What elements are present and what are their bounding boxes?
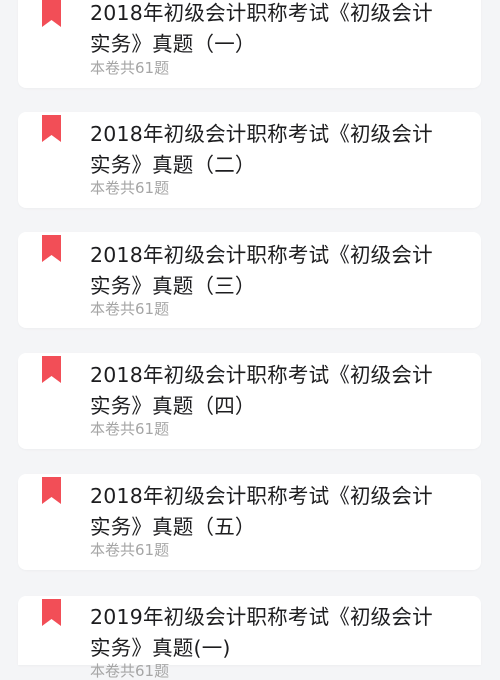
paper-card[interactable]: 2018年初级会计职称考试《初级会计实务》真题（一） 本卷共61题 bbox=[18, 0, 481, 88]
bookmark-icon bbox=[42, 115, 61, 142]
paper-card[interactable]: 2018年初级会计职称考试《初级会计实务》真题（四） 本卷共61题 bbox=[18, 353, 481, 449]
paper-title: 2019年初级会计职称考试《初级会计实务》真题(一) bbox=[90, 605, 433, 660]
paper-title: 2018年初级会计职称考试《初级会计实务》真题（二） bbox=[90, 122, 433, 177]
question-count: 本卷共61题 bbox=[90, 541, 170, 559]
paper-title: 2018年初级会计职称考试《初级会计实务》真题（四） bbox=[90, 363, 433, 418]
bookmark-icon bbox=[42, 599, 61, 626]
paper-title: 2018年初级会计职称考试《初级会计实务》真题（三） bbox=[90, 243, 433, 298]
paper-title: 2018年初级会计职称考试《初级会计实务》真题（五） bbox=[90, 484, 433, 539]
paper-card[interactable]: 2018年初级会计职称考试《初级会计实务》真题（三） 本卷共61题 bbox=[18, 232, 481, 328]
paper-card[interactable]: 2019年初级会计职称考试《初级会计实务》真题(一) 本卷共61题 bbox=[18, 596, 481, 680]
bookmark-icon bbox=[42, 356, 61, 383]
paper-title: 2018年初级会计职称考试《初级会计实务》真题（一） bbox=[90, 1, 433, 56]
question-count: 本卷共61题 bbox=[90, 420, 170, 438]
question-count: 本卷共61题 bbox=[90, 179, 170, 197]
bookmark-icon bbox=[42, 235, 61, 262]
bookmark-icon bbox=[42, 477, 61, 504]
paper-card[interactable]: 2018年初级会计职称考试《初级会计实务》真题（二） 本卷共61题 bbox=[18, 112, 481, 208]
bookmark-icon bbox=[42, 0, 61, 27]
paper-card[interactable]: 2018年初级会计职称考试《初级会计实务》真题（五） 本卷共61题 bbox=[18, 474, 481, 570]
question-count: 本卷共61题 bbox=[90, 59, 170, 77]
question-count: 本卷共61题 bbox=[90, 300, 170, 318]
